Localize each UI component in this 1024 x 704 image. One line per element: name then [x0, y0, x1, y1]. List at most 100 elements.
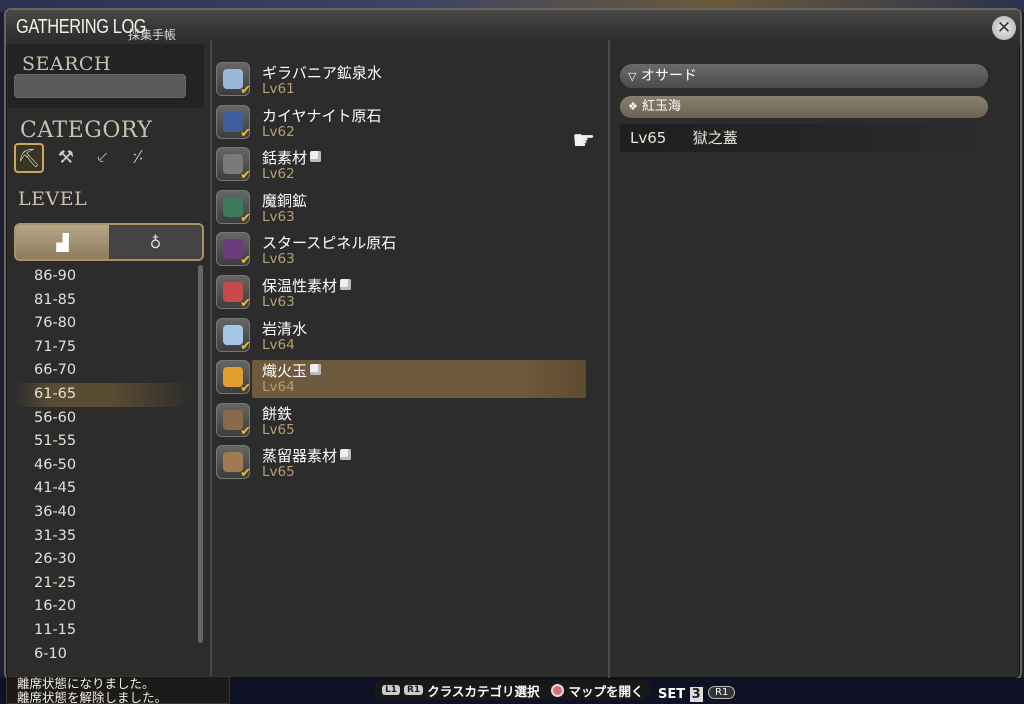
check-icon: ✔	[240, 295, 251, 311]
item-name-text: 魔銅鉱	[262, 191, 308, 210]
item-name-text: 熾火玉	[262, 362, 308, 381]
item-name-text: 保温性素材	[262, 276, 338, 295]
level-range-item[interactable]: 61-65	[14, 382, 194, 407]
level-range-item[interactable]: 41-45	[14, 477, 194, 501]
panel-divider-right	[608, 40, 610, 698]
item-name: 銛素材	[262, 147, 322, 168]
level-range-item[interactable]: 86-90	[14, 265, 194, 289]
check-icon: ✔	[240, 210, 251, 226]
l1-button-icon: L1	[382, 685, 400, 695]
item-row[interactable]: ✔ 魔銅鉱 Lv63	[216, 188, 588, 231]
stairs-icon[interactable]: ▟	[16, 225, 109, 259]
item-level: Lv65	[262, 421, 295, 438]
item-name: 岩清水	[262, 318, 307, 339]
chat-line: 離席状態を解除しました。	[17, 690, 168, 704]
search-input[interactable]	[14, 74, 186, 98]
item-icon: ✔	[216, 317, 251, 354]
level-range-item[interactable]: 21-25	[14, 572, 194, 596]
item-name: 魔銅鉱	[262, 190, 307, 211]
item-icon: ✔	[216, 445, 251, 482]
item-name: 蒸留器素材	[262, 445, 352, 466]
item-row[interactable]: ✔ 保温性素材 Lv63	[216, 273, 588, 316]
level-range-item[interactable]: 56-60	[14, 407, 194, 431]
window-title: GATHERING LOG	[16, 16, 147, 38]
collectable-cube-icon	[340, 449, 352, 461]
item-icon: ✔	[216, 147, 251, 183]
check-icon: ✔	[240, 338, 251, 354]
item-level: Lv64	[262, 336, 295, 353]
panel-divider-left	[210, 40, 212, 698]
r1-badge: R1	[708, 686, 736, 699]
region-header[interactable]: ▽ オサード	[620, 64, 988, 88]
item-row[interactable]: ✔ ギラバニア鉱泉水 Lv61	[216, 60, 588, 103]
diamond-icon: ❖	[628, 100, 638, 113]
item-icon: ✔	[216, 274, 251, 311]
item-row[interactable]: ✔ 餅鉄 Lv65	[216, 401, 588, 444]
level-range-item[interactable]: 26-30	[14, 548, 194, 572]
item-level: Lv63	[262, 208, 295, 225]
chevron-down-icon: ▽	[628, 70, 637, 83]
check-icon: ✔	[240, 381, 251, 397]
zone-header[interactable]: ❖ 紅玉海	[620, 96, 988, 118]
level-range-item[interactable]: 31-35	[14, 525, 194, 549]
check-icon: ✔	[240, 83, 251, 98]
level-range-item[interactable]: 81-85	[14, 289, 194, 313]
chat-log[interactable]: 離席状態になりました。 離席状態を解除しました。	[6, 676, 230, 704]
pickaxe-icon[interactable]: ⛏	[14, 143, 44, 173]
item-row[interactable]: ✔ カイヤナイト原石 Lv62	[216, 103, 588, 146]
level-range-item[interactable]: 71-75	[14, 336, 194, 360]
item-name-text: 蒸留器素材	[262, 447, 338, 466]
zone-name: 紅玉海	[642, 99, 682, 114]
item-level: Lv62	[262, 166, 295, 183]
item-icon: ✔	[216, 232, 251, 269]
gathering-node-row[interactable]: Lv65 獄之蓋	[620, 124, 988, 152]
item-list: ✔ ギラバニア鉱泉水 Lv61 ✔ カイヤナイト原石 Lv62 ✔ 銛素材 Lv62 ✔ 魔銅鉱 Lv…	[216, 60, 588, 486]
r1-button-icon: R1	[404, 685, 424, 695]
controller-hints: L1 R1 クラスカテゴリ選択 マップを開く	[374, 680, 652, 700]
level-range-item[interactable]: 76-80	[14, 312, 194, 336]
node-level: Lv65	[630, 129, 667, 147]
hatchet-icon[interactable]: ⸔	[88, 143, 116, 171]
level-range-item[interactable]: 6-10	[14, 643, 194, 667]
item-icon: ✔	[216, 360, 251, 397]
item-row[interactable]: ✔ 銛素材 Lv62	[216, 145, 588, 188]
level-range-item[interactable]: 36-40	[14, 501, 194, 525]
scythe-icon[interactable]: ⸓	[124, 143, 152, 171]
hotbar-set: SET 3	[658, 687, 703, 702]
item-name-text: スタースピネル原石	[262, 234, 397, 253]
item-name-text: カイヤナイト原石	[262, 106, 382, 125]
check-icon: ✔	[240, 466, 251, 482]
item-name: カイヤナイト原石	[262, 105, 382, 126]
item-level: Lv63	[262, 251, 295, 268]
level-range-item[interactable]: 51-55	[14, 430, 194, 454]
level-mode-toggle: ▟ ♁	[14, 223, 204, 261]
item-name: 保温性素材	[262, 275, 352, 296]
pouch-icon[interactable]: ♁	[109, 225, 202, 259]
collectable-cube-icon	[310, 151, 322, 163]
close-icon[interactable]: ✕	[992, 16, 1016, 40]
level-scrollbar[interactable]	[198, 265, 203, 643]
level-range-item[interactable]: 16-20	[14, 595, 194, 619]
item-icon: ✔	[216, 402, 251, 439]
item-name-text: 銛素材	[262, 149, 308, 168]
set-number: 3	[689, 687, 703, 702]
item-name-text: 餅鉄	[262, 404, 293, 423]
level-range-item[interactable]: 46-50	[14, 454, 194, 478]
level-range-item[interactable]: 11-15	[14, 619, 194, 643]
item-row[interactable]: ✔ 岩清水 Lv64	[216, 316, 588, 359]
hand-pointer-icon: ☛	[572, 126, 596, 156]
item-row[interactable]: ✔ 蒸留器素材 Lv65	[216, 443, 588, 486]
item-row[interactable]: ✔ スタースピネル原石 Lv63	[216, 230, 588, 273]
window-subtitle: 採集手帳	[128, 28, 177, 42]
title-bar[interactable]: GATHERING LOG 採集手帳 ✕	[6, 10, 1020, 46]
class-category-hint: クラスカテゴリ選択	[427, 683, 540, 699]
item-row[interactable]: ✔ 熾火玉 Lv64	[216, 358, 588, 401]
set-label: SET	[658, 687, 686, 702]
search-label: SEARCH	[22, 53, 112, 75]
check-icon: ✔	[240, 423, 251, 439]
hammer-icon[interactable]: ⚒	[52, 143, 80, 171]
chat-line: 離席状態になりました。	[17, 676, 155, 691]
check-icon: ✔	[240, 253, 251, 269]
open-map-hint: マップを開く	[568, 683, 644, 699]
level-range-item[interactable]: 66-70	[14, 359, 194, 383]
